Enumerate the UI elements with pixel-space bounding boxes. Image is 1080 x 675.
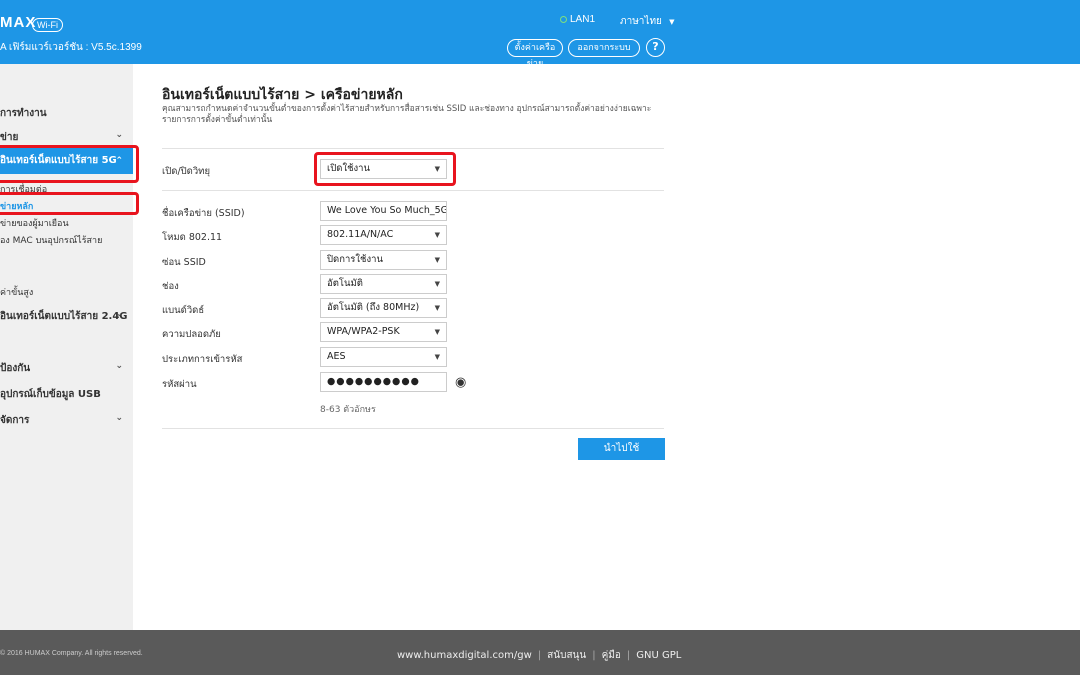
sidebar-item-label: จัดการ xyxy=(0,415,30,426)
caret-down-icon: ▼ xyxy=(434,165,440,173)
caret-down-icon: ▼ xyxy=(434,256,440,264)
sidebar-item-operation[interactable]: การทำงาน xyxy=(0,106,133,121)
footer-link-website[interactable]: www.humaxdigital.com/gw xyxy=(397,650,532,661)
ssid-label: ชื่อเครือข่าย (SSID) xyxy=(162,208,245,219)
logout-button[interactable]: ออกจากระบบ xyxy=(568,39,640,57)
sidebar-item-label: ป้องกัน xyxy=(0,363,31,374)
sidebar-item-security[interactable]: ป้องกัน ⌄ xyxy=(0,361,133,376)
apply-button[interactable]: นำไปใช้ xyxy=(578,438,665,460)
password-label: รหัสผ่าน xyxy=(162,379,197,390)
divider xyxy=(162,428,664,429)
footer: © 2016 HUMAX Company. All rights reserve… xyxy=(0,630,1080,675)
encryption-select[interactable]: AES ▼ xyxy=(320,347,447,367)
divider xyxy=(162,148,664,149)
separator: | xyxy=(626,650,631,661)
sidebar-subitem-guest-network[interactable]: ข่ายของผู้มาเยือน xyxy=(0,216,69,230)
footer-link-gpl[interactable]: GNU GPL xyxy=(636,650,681,661)
mode-select[interactable]: 802.11A/N/AC ▼ xyxy=(320,225,447,245)
sidebar-item-wireless-2g[interactable]: อินเทอร์เน็ตแบบไร้สาย 2.4G ⌄ xyxy=(0,309,133,324)
page-title: อินเทอร์เน็ตแบบไร้สาย > เครือข่ายหลัก xyxy=(162,87,403,103)
footer-links: www.humaxdigital.com/gw | สนับสนุน | คู่มือ |… xyxy=(397,648,681,663)
footer-link-support[interactable]: สนับสนุน xyxy=(547,650,586,661)
security-label: ความปลอดภัย xyxy=(162,329,221,340)
help-icon[interactable]: ? xyxy=(646,38,665,57)
wifi-badge: Wi-Fi xyxy=(32,18,63,32)
caret-down-icon: ▼ xyxy=(669,18,675,26)
channel-value: อัตโนมัติ xyxy=(327,278,363,289)
encryption-label: ประเภทการเข้ารหัส xyxy=(162,354,243,365)
separator: | xyxy=(537,650,542,661)
security-select[interactable]: WPA/WPA2-PSK ▼ xyxy=(320,322,447,342)
caret-down-icon: ▼ xyxy=(434,280,440,288)
channel-select[interactable]: อัตโนมัติ ▼ xyxy=(320,274,447,294)
bandwidth-select[interactable]: อัตโนมัติ (ถึง 80MHz) ▼ xyxy=(320,298,447,318)
caret-down-icon: ▼ xyxy=(434,353,440,361)
highlight-box-5g xyxy=(0,145,139,183)
separator: | xyxy=(592,650,596,661)
sidebar-item-label: อินเทอร์เน็ตแบบไร้สาย 2.4G xyxy=(0,311,128,322)
lan-status: LAN1 xyxy=(560,14,595,25)
ssid-input[interactable]: We Love You So Much_5GH xyxy=(320,201,447,221)
footer-link-manual[interactable]: คู่มือ xyxy=(602,650,621,661)
divider xyxy=(162,190,664,191)
lan-status-label: LAN1 xyxy=(570,14,596,25)
bandwidth-label: แบนด์วิดธ์ xyxy=(162,305,205,316)
sidebar-item-label: การทำงาน xyxy=(0,108,47,119)
channel-label: ช่อง xyxy=(162,281,179,292)
sidebar-item-management[interactable]: จัดการ ⌄ xyxy=(0,413,133,428)
radio-label: เปิด/ปิดวิทยุ xyxy=(162,166,211,177)
hide-ssid-label: ซ่อน SSID xyxy=(162,257,206,268)
lan-status-icon xyxy=(560,15,567,23)
hide-ssid-value: ปิดการใช้งาน xyxy=(327,254,383,265)
copyright: © 2016 HUMAX Company. All rights reserve… xyxy=(0,650,143,657)
radio-select[interactable]: เปิดใช้งาน ▼ xyxy=(320,159,447,179)
page-description: คุณสามารถกำหนดค่าจำนวนขั้นต่ำของการตั้งค… xyxy=(162,104,652,125)
sidebar-subitem-mac-filter[interactable]: อง MAC บนอุปกรณ์ไร้สาย xyxy=(0,233,102,247)
humax-logo: MAX xyxy=(0,14,37,31)
caret-down-icon: ▼ xyxy=(434,304,440,312)
top-header: MAX Wi-Fi A เฟิร์มแวร์เวอร์ชัน : V5.5c.1… xyxy=(0,0,1080,69)
bandwidth-value: อัตโนมัติ (ถึง 80MHz) xyxy=(327,302,420,313)
encryption-value: AES xyxy=(327,351,346,362)
mode-value: 802.11A/N/AC xyxy=(327,229,394,240)
chevron-down-icon: ⌄ xyxy=(115,309,123,319)
firmware-version: A เฟิร์มแวร์เวอร์ชัน : V5.5c.1399 xyxy=(0,42,142,53)
chevron-down-icon: ⌄ xyxy=(115,361,123,371)
language-select[interactable]: ภาษาไทย ▼ xyxy=(620,14,674,29)
chevron-down-icon: ⌄ xyxy=(115,413,123,423)
security-value: WPA/WPA2-PSK xyxy=(327,326,400,337)
sidebar-item-label: อุปกรณ์เก็บข้อมูล USB xyxy=(0,389,101,400)
highlight-box-main-network xyxy=(0,192,139,215)
sidebar-subitem-advanced[interactable]: ค่าขั้นสูง xyxy=(0,285,33,299)
mode-label: โหมด 802.11 xyxy=(162,232,223,243)
chevron-down-icon: ⌄ xyxy=(115,130,123,140)
password-input[interactable]: ●●●●●●●●●● xyxy=(320,372,447,392)
network-settings-button[interactable]: ตั้งค่าเครือข่าย xyxy=(507,39,563,69)
language-label: ภาษาไทย xyxy=(620,16,662,27)
eye-icon[interactable]: ◉ xyxy=(455,375,466,390)
caret-down-icon: ▼ xyxy=(434,231,440,239)
sidebar-item-label: ข่าย xyxy=(0,132,19,143)
caret-down-icon: ▼ xyxy=(434,328,440,336)
radio-value: เปิดใช้งาน xyxy=(327,163,371,174)
sidebar-item-network[interactable]: ข่าย ⌄ xyxy=(0,130,133,145)
hide-ssid-select[interactable]: ปิดการใช้งาน ▼ xyxy=(320,250,447,270)
password-hint: 8-63 ตัวอักษร xyxy=(320,405,376,415)
sidebar-item-usb-storage[interactable]: อุปกรณ์เก็บข้อมูล USB xyxy=(0,387,133,402)
